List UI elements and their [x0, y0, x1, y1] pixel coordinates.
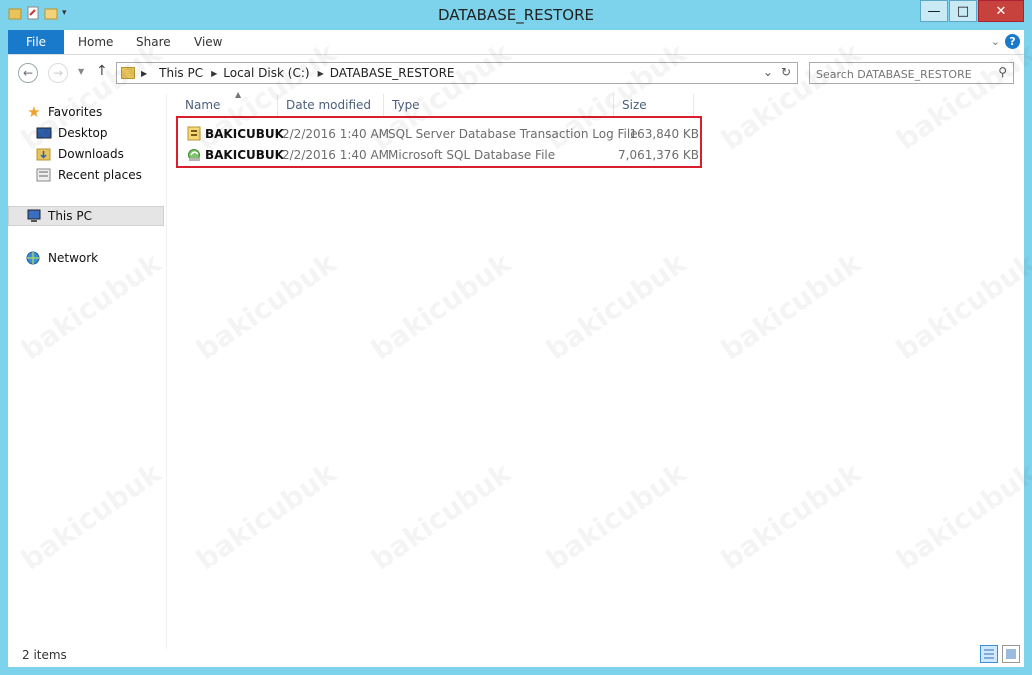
refresh-icon[interactable]: ↻	[781, 65, 791, 79]
expand-ribbon-icon[interactable]: ⌄	[991, 35, 1000, 48]
status-bar: 2 items	[8, 645, 1024, 667]
address-bar[interactable]: ▶ This PC ▶ Local Disk (C:) ▶ DATABASE_RES…	[116, 62, 798, 84]
column-type[interactable]: Type	[384, 94, 614, 116]
highlight-box	[176, 116, 702, 168]
ribbon-tabs: File Home Share View ⌄ ?	[8, 30, 1024, 55]
breadcrumb-database-restore[interactable]: DATABASE_RESTORE	[330, 66, 455, 80]
navigation-bar: ← → ▼ ↑ ▶ This PC ▶ Local Disk (C:) ▶ DATA…	[8, 60, 1024, 86]
back-button[interactable]: ←	[18, 63, 38, 83]
nav-label: Downloads	[58, 147, 124, 161]
address-history-icon[interactable]: ⌄	[763, 65, 773, 79]
explorer-window: ▾ DATABASE_RESTORE — □ ✕ File Home Share…	[0, 0, 1032, 675]
breadcrumb-local-disk[interactable]: Local Disk (C:) ▶	[223, 66, 323, 80]
nav-label: Network	[48, 251, 99, 265]
nav-downloads[interactable]: Downloads	[36, 144, 124, 164]
minimize-button[interactable]: —	[920, 0, 948, 22]
nav-desktop[interactable]: Desktop	[36, 123, 108, 143]
folder-icon	[121, 67, 135, 79]
nav-label: This PC	[48, 209, 92, 223]
large-icons-view-button[interactable]	[1002, 645, 1020, 663]
nav-this-pc[interactable]: This PC	[26, 206, 92, 226]
search-input[interactable]	[814, 64, 993, 84]
tab-share[interactable]: Share	[136, 35, 171, 49]
recent-icon	[36, 168, 52, 182]
breadcrumb: ▶	[141, 68, 148, 78]
close-button[interactable]: ✕	[978, 0, 1024, 22]
network-icon	[26, 251, 42, 265]
search-box: ⚲	[809, 62, 1014, 84]
tab-view[interactable]: View	[194, 35, 222, 49]
sort-ascending-icon: ▲	[235, 90, 242, 99]
item-count: 2 items	[22, 648, 67, 662]
title-bar: ▾ DATABASE_RESTORE — □ ✕	[0, 0, 1032, 30]
computer-icon	[26, 209, 42, 223]
breadcrumb-this-pc[interactable]: This PC ▶	[159, 66, 217, 80]
window-title: DATABASE_RESTORE	[438, 6, 594, 24]
forward-button[interactable]: →	[48, 63, 68, 83]
nav-network[interactable]: Network	[26, 248, 98, 268]
tab-home[interactable]: Home	[78, 35, 113, 49]
navigation-pane: ★ Favorites Desktop Downloads Recent pla…	[8, 94, 166, 649]
nav-recent-places[interactable]: Recent places	[36, 165, 142, 185]
maximize-button[interactable]: □	[949, 0, 977, 22]
help-icon[interactable]: ?	[1005, 34, 1020, 49]
nav-favorites[interactable]: ★ Favorites	[26, 102, 102, 122]
downloads-icon	[36, 147, 52, 161]
nav-label: Favorites	[48, 105, 103, 119]
tab-file[interactable]: File	[8, 30, 64, 54]
details-view-button[interactable]	[980, 645, 998, 663]
up-button[interactable]: ↑	[96, 63, 108, 79]
nav-label: Recent places	[58, 168, 142, 182]
search-icon[interactable]: ⚲	[998, 65, 1007, 79]
column-name[interactable]: ▲ Name	[177, 90, 278, 116]
explorer-body: File Home Share View ⌄ ? ← → ▼ ↑ ▶ This …	[8, 30, 1024, 667]
recent-locations-icon[interactable]: ▼	[78, 67, 84, 76]
file-list-pane: ▲ Name Date modified Type Size BAKICUBUK…	[166, 90, 1025, 649]
column-size[interactable]: Size	[614, 94, 694, 116]
desktop-icon	[36, 126, 52, 140]
nav-label: Desktop	[58, 126, 108, 140]
column-date-modified[interactable]: Date modified	[278, 94, 384, 116]
star-icon: ★	[27, 103, 41, 121]
